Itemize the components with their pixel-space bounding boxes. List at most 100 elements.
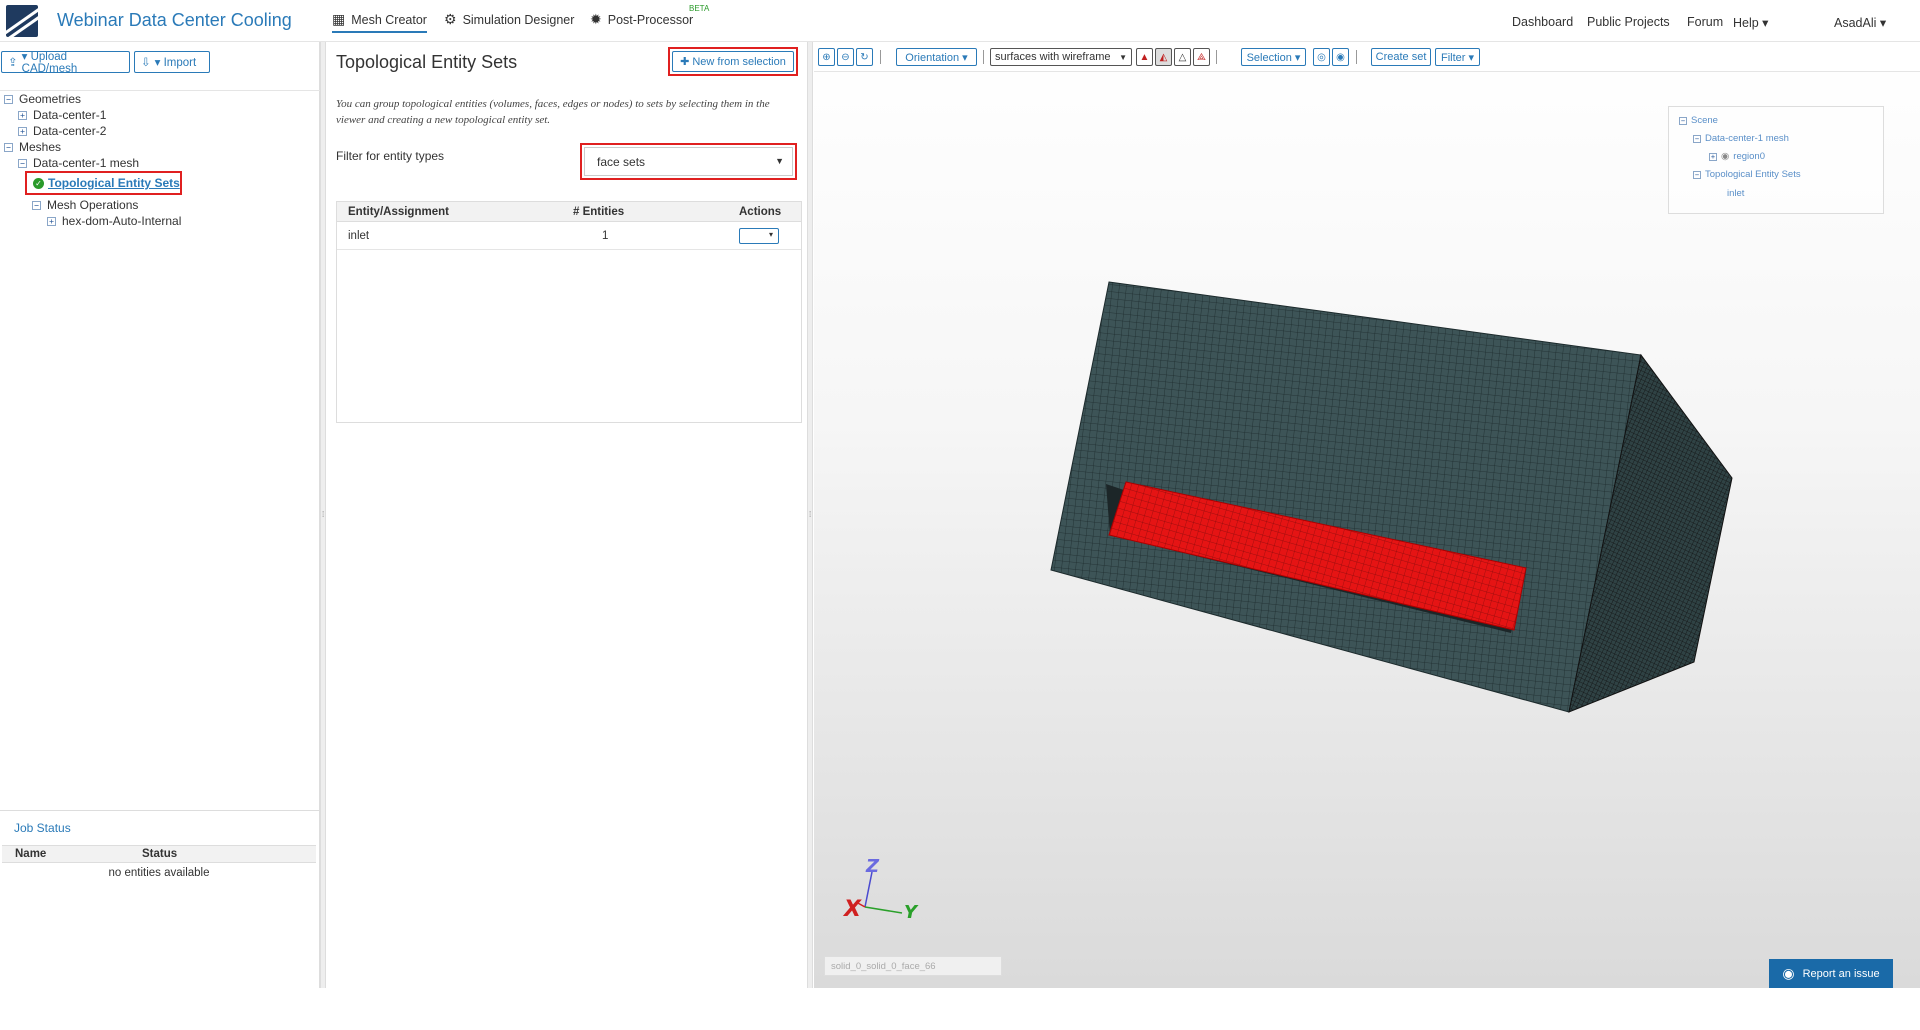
tab-post-processor[interactable]: ✹ Post-Processor: [590, 11, 693, 28]
plus-icon: ✚: [680, 56, 690, 68]
caret-down-icon: ▼: [775, 156, 784, 166]
grid-icon: ▦: [332, 11, 346, 27]
col-entity: Entity/Assignment: [348, 206, 449, 218]
job-status-panel: Job Status Name Status no entities avail…: [0, 810, 319, 1030]
tree-label: Data-center-2: [33, 124, 107, 138]
row-actions-dropdown[interactable]: [739, 228, 779, 244]
row-count: 1: [602, 230, 609, 242]
picked-entity-field: solid_0_solid_0_face_66: [824, 956, 1002, 976]
scene-mesh[interactable]: − Data-center-1 mesh: [1693, 133, 1789, 144]
upload-icon: ⇪: [8, 57, 18, 69]
entity-sets-table: Entity/Assignment # Entities Actions inl…: [336, 201, 802, 423]
col-name: Name: [15, 848, 47, 860]
axis-x-label: X: [842, 897, 862, 922]
scene-region[interactable]: + ◉ region0: [1709, 151, 1765, 162]
tree-label: Data-center-1 mesh: [33, 156, 140, 170]
tree-geometry-1[interactable]: + Data-center-1: [18, 108, 106, 122]
expand-icon[interactable]: +: [18, 126, 27, 136]
project-tree-panel: ⇪ ▾ Upload CAD/mesh ⇩ ▾ Import − Geometr…: [0, 42, 320, 988]
scene-label: Topological Entity Sets: [1705, 169, 1801, 180]
new-from-selection-button[interactable]: ✚ New from selection: [672, 51, 794, 72]
scene-tree: − Scene − Data-center-1 mesh + ◉ region0 − To…: [1668, 106, 1884, 214]
tab-label: Simulation Designer: [462, 12, 575, 27]
tree-meshes[interactable]: − Meshes: [4, 140, 61, 154]
upload-label: ▾ Upload CAD/mesh: [21, 51, 78, 75]
table-header: Entity/Assignment # Entities Actions: [337, 202, 801, 222]
left-splitter[interactable]: ⁞: [320, 42, 326, 988]
entity-type-filter-select[interactable]: face sets ▼: [584, 147, 793, 176]
row-name: inlet: [348, 230, 370, 242]
gear-icon: ✹: [590, 11, 602, 27]
col-count: # Entities: [573, 206, 625, 218]
scene-label: Data-center-1 mesh: [1705, 133, 1789, 144]
scene-tes[interactable]: − Topological Entity Sets: [1693, 169, 1801, 180]
drag-handle-icon: ⁞: [809, 510, 812, 519]
tree-geometries[interactable]: − Geometries: [4, 92, 81, 106]
collapse-icon[interactable]: −: [1693, 134, 1701, 143]
tree-geometry-2[interactable]: + Data-center-2: [18, 124, 106, 138]
axis-y-label: Y: [904, 902, 919, 923]
col-actions: Actions: [739, 206, 782, 218]
tree-topological-entity-sets[interactable]: ✓ Topological Entity Sets: [33, 176, 180, 190]
drag-handle-icon: ⁞: [322, 510, 325, 519]
collapse-icon[interactable]: −: [32, 200, 41, 210]
axes-gizmo: Z Y X: [842, 856, 919, 923]
check-circle-icon: ✓: [33, 177, 44, 189]
job-status-empty: no entities available: [108, 867, 210, 879]
gears-icon: ⚙: [444, 11, 457, 27]
camera-icon: ◉: [1782, 965, 1795, 981]
3d-viewer[interactable]: ⊕ ⊖ ↻ Orientation ▾ surfaces with wirefr…: [814, 42, 1920, 988]
scene-root[interactable]: − Scene: [1679, 115, 1718, 126]
upload-cad-button[interactable]: ⇪ ▾ Upload CAD/mesh: [1, 51, 130, 75]
top-navbar: Webinar Data Center Cooling ▦ Mesh Creat…: [0, 0, 1920, 42]
nav-forum[interactable]: Forum: [1687, 15, 1723, 29]
import-label: ▾ Import: [154, 57, 197, 69]
report-issue-button[interactable]: ◉ Report an issue: [1769, 959, 1893, 988]
collapse-icon[interactable]: −: [4, 94, 13, 104]
tab-label: Post-Processor: [607, 12, 694, 27]
tree-label: Data-center-1: [33, 108, 107, 122]
entity-sets-panel: Topological Entity Sets ✚ New from selec…: [327, 42, 807, 988]
tree-label: Meshes: [19, 140, 62, 154]
collapse-icon[interactable]: −: [1679, 116, 1687, 125]
nav-help[interactable]: Help ▾: [1733, 15, 1768, 30]
help-text: You can group topological entities (volu…: [336, 98, 770, 126]
tree-label: Topological Entity Sets: [48, 176, 180, 190]
tree-label: Geometries: [19, 92, 82, 106]
panel-title: Topological Entity Sets: [336, 52, 518, 72]
tree-mesh-operation-1[interactable]: + hex-dom-Auto-Internal: [47, 214, 181, 228]
scene-label: Scene: [1691, 115, 1718, 126]
expand-icon[interactable]: +: [1709, 152, 1717, 161]
tree-mesh-operations[interactable]: − Mesh Operations: [32, 198, 138, 212]
expand-icon[interactable]: +: [18, 110, 27, 120]
tree-label: hex-dom-Auto-Internal: [62, 214, 182, 228]
job-status-title: Job Status: [14, 821, 71, 835]
select-value: face sets: [597, 154, 646, 169]
nav-dashboard[interactable]: Dashboard: [1512, 15, 1573, 29]
user-menu[interactable]: AsadAli ▾: [1834, 15, 1886, 30]
tab-simulation-designer[interactable]: ⚙ Simulation Designer: [444, 11, 574, 28]
scene-label: inlet: [1727, 188, 1745, 199]
button-label: New from selection: [692, 55, 786, 68]
tab-mesh-creator[interactable]: ▦ Mesh Creator: [332, 11, 427, 33]
axis-z-label: Z: [865, 856, 880, 877]
project-title[interactable]: Webinar Data Center Cooling: [57, 10, 292, 31]
eye-icon[interactable]: ◉: [1721, 151, 1729, 162]
tree-label: Mesh Operations: [47, 198, 139, 212]
table-row[interactable]: inlet 1: [337, 223, 801, 250]
job-status-header: Name Status: [2, 845, 316, 863]
nav-public-projects[interactable]: Public Projects: [1587, 15, 1670, 29]
download-icon: ⇩: [141, 57, 151, 69]
col-status: Status: [142, 848, 178, 860]
tree-mesh-1[interactable]: − Data-center-1 mesh: [18, 156, 139, 170]
scene-inlet[interactable]: inlet: [1727, 188, 1744, 199]
collapse-icon[interactable]: −: [18, 158, 27, 168]
collapse-icon[interactable]: −: [4, 142, 13, 152]
right-splitter[interactable]: ⁞: [807, 42, 813, 988]
expand-icon[interactable]: +: [47, 216, 56, 226]
logo-icon[interactable]: [6, 5, 38, 37]
import-button[interactable]: ⇩ ▾ Import: [134, 51, 210, 73]
beta-badge: BETA: [689, 4, 710, 13]
collapse-icon[interactable]: −: [1693, 170, 1701, 179]
report-label: Report an issue: [1802, 967, 1880, 980]
